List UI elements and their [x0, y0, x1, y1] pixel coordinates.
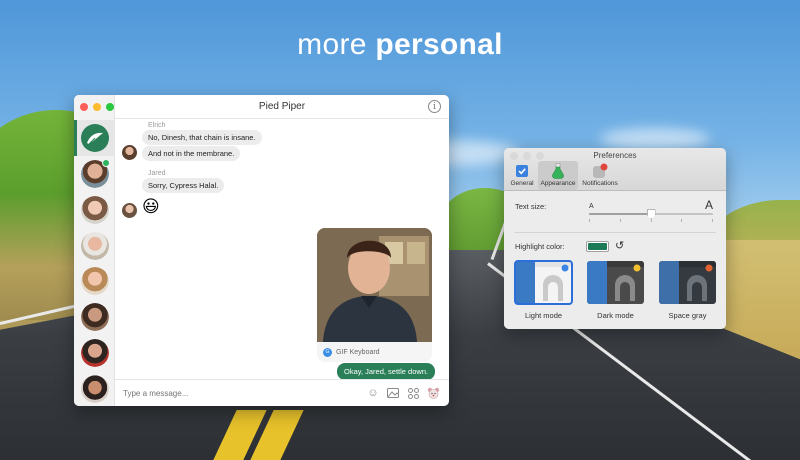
- slider-knob[interactable]: [646, 209, 656, 219]
- contacts-sidebar: [74, 95, 115, 406]
- tab-general[interactable]: General: [508, 161, 536, 190]
- tab-notifications-label: Notifications: [582, 180, 618, 187]
- theme-label: Light mode: [524, 311, 563, 320]
- checkbox-icon: [514, 163, 530, 179]
- tab-notifications[interactable]: Notifications: [580, 161, 620, 190]
- info-icon[interactable]: i: [428, 100, 441, 113]
- theme-label: Dark mode: [597, 311, 634, 320]
- message-composer: ☺: [115, 379, 449, 406]
- chat-header: Pied Piper i: [115, 95, 449, 119]
- outgoing-message: Okay, Jared, settle down.: [337, 363, 436, 380]
- tab-general-label: General: [510, 180, 534, 187]
- sidebar-item-pied-piper[interactable]: [74, 120, 115, 156]
- gif-message[interactable]: G GIF Keyboard: [317, 228, 432, 362]
- tab-appearance[interactable]: Appearance: [538, 161, 578, 190]
- gif-caption: G GIF Keyboard: [317, 342, 432, 362]
- slider-ticks: [589, 219, 713, 222]
- pied-piper-logo-icon: [81, 124, 109, 152]
- hero-title-bold: personal: [375, 28, 503, 61]
- preferences-title: Preferences: [593, 151, 637, 160]
- theme-light-mode[interactable]: [514, 260, 573, 305]
- avatar: [122, 203, 137, 218]
- apps-grid-icon[interactable]: [406, 386, 420, 400]
- avatar: [81, 267, 109, 295]
- slider-fill: [589, 213, 651, 215]
- reset-color-icon[interactable]: ↺: [615, 239, 624, 252]
- close-button[interactable]: [80, 103, 88, 111]
- online-status-icon: [102, 159, 110, 167]
- preferences-toolbar: Preferences General Appearance Notificat…: [504, 148, 726, 191]
- text-size-label: Text size:: [515, 202, 547, 211]
- text-size-slider[interactable]: [589, 209, 713, 219]
- sticker-bear-icon[interactable]: [426, 386, 440, 400]
- hero-title: more personal: [0, 28, 800, 62]
- hero-title-light: more: [297, 28, 376, 61]
- message-input[interactable]: [123, 388, 353, 398]
- text-size-small-a: A: [589, 203, 594, 210]
- gif-keyboard-icon: G: [323, 347, 332, 357]
- avatar: [81, 375, 109, 403]
- message-bubble: No, Dinesh, that chain is insane.: [142, 130, 262, 145]
- avatar: [81, 303, 109, 331]
- chat-title: Pied Piper: [258, 101, 306, 112]
- notification-badge-icon: [592, 163, 608, 179]
- sidebar-item-contact-4[interactable]: [81, 267, 109, 295]
- minimize-button[interactable]: [93, 103, 101, 111]
- avatar: [81, 196, 109, 224]
- window-controls: [80, 103, 114, 111]
- emoji-picker-icon[interactable]: ☺: [366, 386, 380, 400]
- preferences-window: Preferences General Appearance Notificat…: [504, 148, 726, 329]
- theme-space-gray[interactable]: [659, 261, 716, 304]
- tab-appearance-label: Appearance: [540, 180, 576, 187]
- theme-label: Space gray: [668, 311, 707, 320]
- avatar: [81, 232, 109, 260]
- avatar: [81, 339, 109, 367]
- highlight-color-label: Highlight color:: [515, 242, 565, 251]
- message-sender: Elrich: [148, 122, 166, 129]
- gif-source-label: GIF Keyboard: [336, 348, 380, 356]
- theme-dark-mode[interactable]: [587, 261, 644, 304]
- message-sender: Jared: [148, 170, 166, 177]
- message-bubble: Sorry, Cypress Halal.: [142, 178, 225, 193]
- chat-window: Pied Piper i Elrich No, Dinesh, that cha…: [74, 95, 449, 406]
- gif-image: [317, 228, 432, 342]
- image-attach-icon[interactable]: [386, 386, 400, 400]
- sidebar-item-contact-2[interactable]: [81, 196, 109, 224]
- sidebar-item-contact-6[interactable]: [81, 339, 109, 367]
- sidebar-item-contact-7[interactable]: [81, 375, 109, 403]
- divider: [514, 232, 716, 233]
- smiley-emoji-icon: 😃: [142, 197, 160, 216]
- message-bubble: And not in the membrane.: [142, 146, 241, 161]
- highlight-color-well[interactable]: [586, 241, 609, 252]
- sidebar-item-contact-5[interactable]: [81, 303, 109, 331]
- avatar: [122, 145, 137, 160]
- text-size-large-a: A: [705, 198, 714, 212]
- appearance-pane: Text size: A A Highlight color: ↺ Light …: [504, 191, 726, 329]
- potion-flask-icon: [550, 163, 566, 179]
- zoom-button[interactable]: [106, 103, 114, 111]
- sidebar-item-contact-3[interactable]: [81, 232, 109, 260]
